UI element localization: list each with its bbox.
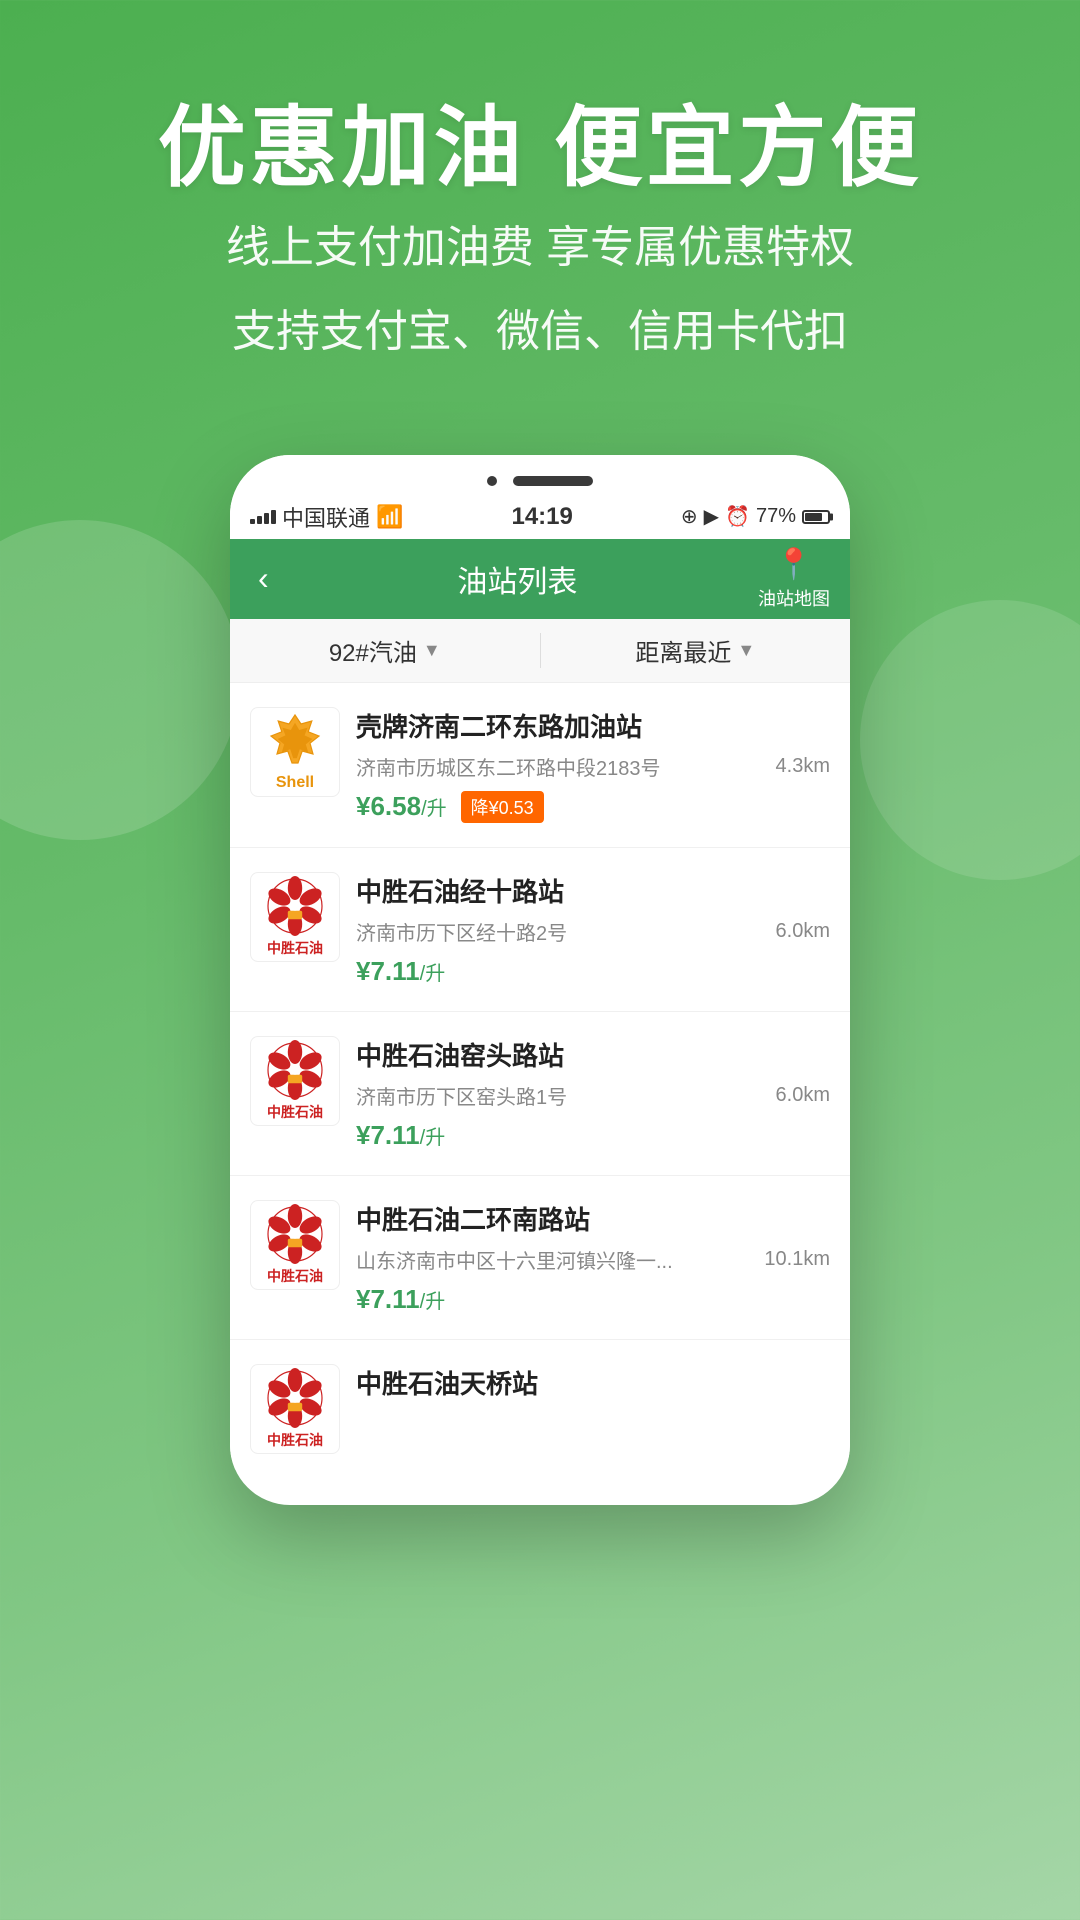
price-row: ¥7.11/升 [356,1284,830,1315]
station-address: 济南市历下区窑头路1号 [356,1081,768,1110]
signal-bar-4 [271,510,276,524]
map-button[interactable]: 📍 油站地图 [758,547,830,611]
alarm-icon: ⏰ [725,504,750,529]
station-item[interactable]: Shell 壳牌济南二环东路加油站济南市历城区东二环路中段2183号 4.3km ¥6… [230,683,850,848]
station-distance: 6.0km [776,1084,830,1107]
station-price: ¥7.11/升 [356,1120,445,1151]
station-addr-row: 济南市历城区东二环路中段2183号 4.3km [356,752,830,781]
signal-bar-2 [257,516,262,524]
signal-bar-1 [250,519,255,524]
fuel-type-label: 92#汽油 [329,633,417,668]
station-distance: 4.3km [776,755,830,778]
status-time: 14:19 [511,503,572,531]
status-left: 中国联通 📶 [250,501,403,533]
station-distance: 10.1km [764,1248,830,1271]
station-distance: 6.0km [776,920,830,943]
phone-notch [230,455,850,495]
sort-label: 距离最近 [635,633,731,668]
battery-text: 77% [756,505,796,528]
station-info: 中胜石油天桥站 [356,1364,830,1409]
status-bar: 中国联通 📶 14:19 ⊕ ▶ ⏰ 77% [230,495,850,539]
map-button-label: 油站地图 [758,585,830,611]
station-info: 中胜石油二环南路站山东济南市中区十六里河镇兴隆一... 10.1km ¥7.11/升 [356,1200,830,1315]
station-address: 济南市历城区东二环路中段2183号 [356,752,768,781]
filter-bar: 92#汽油 ▼ 距离最近 ▼ [230,619,850,683]
hero-subtitle2: 支持支付宝、微信、信用卡代扣 [0,299,1080,365]
status-right: ⊕ ▶ ⏰ 77% [681,504,830,529]
station-addr-row: 济南市历下区经十路2号 6.0km [356,917,830,946]
price-row: ¥7.11/升 [356,1120,830,1151]
station-name: 壳牌济南二环东路加油站 [356,707,830,744]
arrow-icon: ▶ [704,504,719,529]
battery-icon [802,510,830,524]
nav-title: 油站列表 [457,557,577,601]
sort-filter[interactable]: 距离最近 ▼ [541,633,851,668]
phone-frame: 中国联通 📶 14:19 ⊕ ▶ ⏰ 77% ‹ 油站列表 📍 油站地图 [230,455,850,1505]
station-addr-row: 山东济南市中区十六里河镇兴隆一... 10.1km [356,1245,830,1274]
station-price: ¥7.11/升 [356,1284,445,1315]
location-icon: ⊕ [681,504,698,529]
station-item[interactable]: 中胜石油中胜石油经十路站济南市历下区经十路2号 6.0km ¥7.11/升 [230,848,850,1012]
station-addr-row: 济南市历下区窑头路1号 6.0km [356,1081,830,1110]
station-logo: Shell [250,707,340,797]
signal-bar-3 [264,513,269,524]
station-list: Shell 壳牌济南二环东路加油站济南市历城区东二环路中段2183号 4.3km ¥6… [230,683,850,1470]
station-item[interactable]: 中胜石油中胜石油天桥站 [230,1340,850,1470]
station-address: 济南市历下区经十路2号 [356,917,768,946]
station-name: 中胜石油经十路站 [356,872,830,909]
station-address: 山东济南市中区十六里河镇兴隆一... [356,1245,756,1274]
phone-dot [487,476,497,486]
station-price: ¥6.58/升 [356,791,447,822]
station-name: 中胜石油二环南路站 [356,1200,830,1237]
battery-fill [805,513,822,521]
map-icon: 📍 [775,547,812,582]
station-price: ¥7.11/升 [356,956,445,987]
carrier-text: 中国联通 [282,501,370,533]
station-item[interactable]: 中胜石油中胜石油二环南路站山东济南市中区十六里河镇兴隆一... 10.1km ¥7.… [230,1176,850,1340]
station-logo: 中胜石油 [250,1364,340,1454]
fuel-type-filter[interactable]: 92#汽油 ▼ [230,633,541,668]
fuel-type-arrow: ▼ [423,640,441,661]
station-info: 壳牌济南二环东路加油站济南市历城区东二环路中段2183号 4.3km ¥6.58/升… [356,707,830,823]
price-row: ¥7.11/升 [356,956,830,987]
back-button[interactable]: ‹ [250,552,277,605]
station-name: 中胜石油天桥站 [356,1364,830,1401]
station-logo: 中胜石油 [250,872,340,962]
sort-arrow: ▼ [737,640,755,661]
station-info: 中胜石油窑头路站济南市历下区窑头路1号 6.0km ¥7.11/升 [356,1036,830,1151]
phone-speaker [513,476,593,486]
hero-title: 优惠加油 便宜方便 [0,100,1080,197]
price-row: ¥6.58/升降¥0.53 [356,791,830,823]
wifi-icon: 📶 [376,504,403,530]
station-info: 中胜石油经十路站济南市历下区经十路2号 6.0km ¥7.11/升 [356,872,830,987]
signal-bars [250,510,276,524]
hero-section: 优惠加油 便宜方便 线上支付加油费 享专属优惠特权 支持支付宝、微信、信用卡代扣 [0,0,1080,425]
station-logo: 中胜石油 [250,1200,340,1290]
station-logo: 中胜石油 [250,1036,340,1126]
station-item[interactable]: 中胜石油中胜石油窑头路站济南市历下区窑头路1号 6.0km ¥7.11/升 [230,1012,850,1176]
nav-bar: ‹ 油站列表 📍 油站地图 [230,539,850,619]
station-name: 中胜石油窑头路站 [356,1036,830,1073]
hero-subtitle1: 线上支付加油费 享专属优惠特权 [0,215,1080,281]
discount-badge: 降¥0.53 [461,791,544,823]
